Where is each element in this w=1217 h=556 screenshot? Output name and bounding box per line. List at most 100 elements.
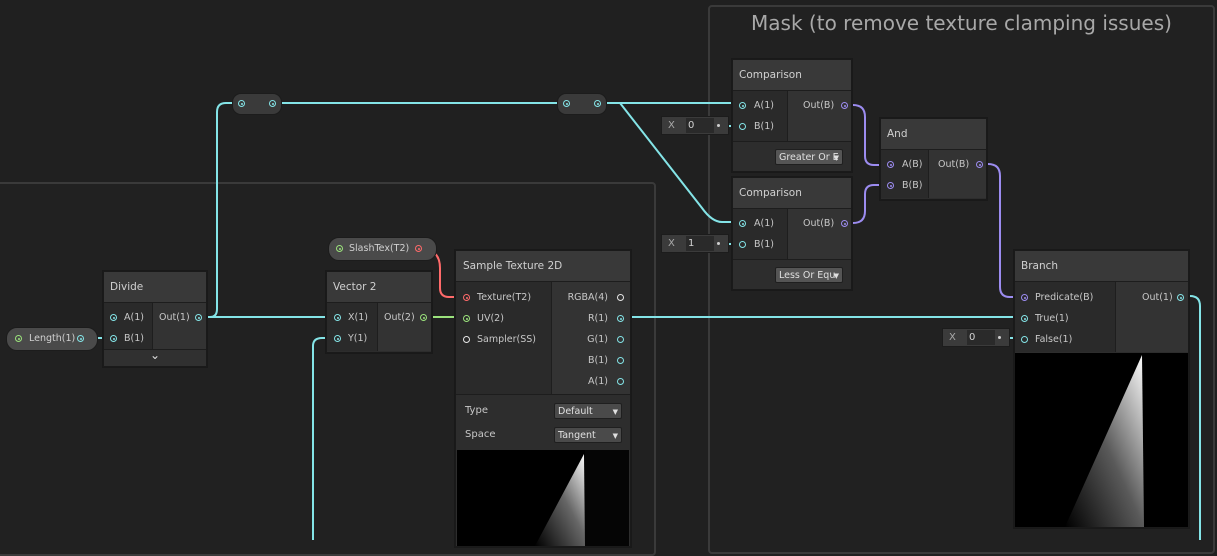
port-connector-icon[interactable] [841,220,848,227]
length-property-node[interactable]: Length(1) [6,327,98,351]
port-label: A(B) [902,159,923,170]
port-connector-icon[interactable] [334,335,341,342]
port-connector-icon[interactable] [463,315,470,322]
output-port-b[interactable]: B(1) [588,350,624,371]
port-connector-icon[interactable] [739,102,746,109]
comparison-node-2[interactable]: Comparison A(1) B(1) Out(B) Less Or Equ … [732,177,852,290]
collapse-chevron-icon[interactable]: ⌄ [104,349,206,366]
input-port-b[interactable]: B(1) [110,328,144,349]
output-port-a[interactable]: A(1) [588,371,624,392]
reroute-node-2[interactable] [557,93,607,115]
input-port-b[interactable]: B(B) [887,175,922,196]
comparison-node-1[interactable]: Comparison A(1) B(1) Out(B) Greater Or E… [732,59,852,172]
output-port-g[interactable]: G(1) [587,329,624,350]
slashtex-property-node[interactable]: SlashTex(T2) [328,237,437,261]
property-indicator-icon [336,245,343,252]
output-port-rgba[interactable]: RGBA(4) [568,287,624,308]
node-title[interactable]: Comparison [733,178,851,209]
port-connector-icon[interactable] [110,314,117,321]
input-port-a[interactable]: A(B) [887,154,922,175]
node-title[interactable]: Sample Texture 2D [456,251,630,282]
field-value[interactable]: 0 [686,118,714,133]
field-drag-handle-icon[interactable] [717,124,720,127]
output-port-r[interactable]: R(1) [588,308,624,329]
and-node[interactable]: And A(B) B(B) Out(B) [880,118,987,200]
reroute-out-port[interactable] [269,100,276,107]
field-axis-label: X [668,120,675,131]
port-connector-icon[interactable] [110,335,117,342]
port-connector-icon[interactable] [617,357,624,364]
node-title[interactable]: Vector 2 [327,272,431,303]
port-connector-icon[interactable] [739,123,746,130]
port-connector-icon[interactable] [617,378,624,385]
port-connector-icon[interactable] [420,314,427,321]
sample-texture-2d-node[interactable]: Sample Texture 2D Texture(T2) UV(2) Samp… [455,250,631,547]
output-port[interactable]: Out(B) [938,154,983,175]
input-port-b[interactable]: B(1) [739,116,774,137]
port-connector-icon[interactable] [1177,294,1184,301]
property-out-port[interactable] [77,335,84,342]
space-dropdown[interactable]: Tangent ▼ [554,427,622,443]
reroute-in-port[interactable] [563,100,570,107]
input-port-true[interactable]: True(1) [1021,308,1069,329]
comparison-mode-dropdown[interactable]: Less Or Equ ▼ [775,267,843,283]
port-connector-icon[interactable] [617,315,624,322]
port-connector-icon[interactable] [841,102,848,109]
output-port[interactable]: Out(1) [1142,287,1184,308]
port-connector-icon[interactable] [463,336,470,343]
type-dropdown[interactable]: Default ▼ [554,403,622,419]
port-label: Predicate(B) [1035,292,1094,303]
input-port-a[interactable]: A(1) [739,95,774,116]
output-port[interactable]: Out(2) [384,307,427,328]
input-port-false[interactable]: False(1) [1021,329,1072,350]
node-title[interactable]: Branch [1015,251,1188,282]
input-port-predicate[interactable]: Predicate(B) [1021,287,1093,308]
reroute-node-1[interactable] [232,93,282,115]
input-port-uv[interactable]: UV(2) [463,308,504,329]
node-title[interactable]: And [881,119,986,150]
output-port[interactable]: Out(B) [803,95,848,116]
field-drag-handle-icon[interactable] [717,242,720,245]
cmp1-b-value-field[interactable]: X 0 [661,116,729,135]
input-port-sampler[interactable]: Sampler(SS) [463,329,536,350]
input-port-b[interactable]: B(1) [739,234,774,255]
reroute-in-port[interactable] [238,100,245,107]
port-connector-icon[interactable] [1021,336,1028,343]
port-label: B(1) [754,121,774,132]
port-connector-icon[interactable] [739,220,746,227]
field-value[interactable]: 1 [686,236,714,251]
field-drag-handle-icon[interactable] [998,336,1001,339]
port-connector-icon[interactable] [463,294,470,301]
port-connector-icon[interactable] [195,314,202,321]
port-connector-icon[interactable] [617,336,624,343]
port-connector-icon[interactable] [1021,294,1028,301]
branch-false-value-field[interactable]: X 0 [942,328,1010,347]
port-connector-icon[interactable] [887,182,894,189]
port-connector-icon[interactable] [887,161,894,168]
input-port-y[interactable]: Y(1) [334,328,367,349]
reroute-out-port[interactable] [594,100,601,107]
divide-node[interactable]: Divide A(1) B(1) Out(1) ⌄ [103,271,207,367]
vector2-node[interactable]: Vector 2 X(1) Y(1) Out(2) [326,271,432,353]
input-port-x[interactable]: X(1) [334,307,368,328]
branch-node[interactable]: Branch Predicate(B) True(1) False(1) Out… [1014,250,1189,528]
port-connector-icon[interactable] [1021,315,1028,322]
node-title[interactable]: Divide [104,272,206,303]
port-label: Out(B) [803,218,835,229]
input-port-a[interactable]: A(1) [739,213,774,234]
property-out-port[interactable] [415,245,422,252]
cmp2-b-value-field[interactable]: X 1 [661,234,729,253]
output-port[interactable]: Out(1) [159,307,202,328]
group-title[interactable]: Mask (to remove texture clamping issues) [710,11,1213,35]
port-label: A(1) [754,100,774,111]
node-title[interactable]: Comparison [733,60,851,91]
output-port[interactable]: Out(B) [803,213,848,234]
field-value[interactable]: 0 [967,330,995,345]
port-connector-icon[interactable] [334,314,341,321]
port-connector-icon[interactable] [739,241,746,248]
comparison-mode-dropdown[interactable]: Greater Or E ▼ [775,149,843,165]
input-port-texture[interactable]: Texture(T2) [463,287,531,308]
port-connector-icon[interactable] [976,161,983,168]
input-port-a[interactable]: A(1) [110,307,144,328]
port-connector-icon[interactable] [617,294,624,301]
